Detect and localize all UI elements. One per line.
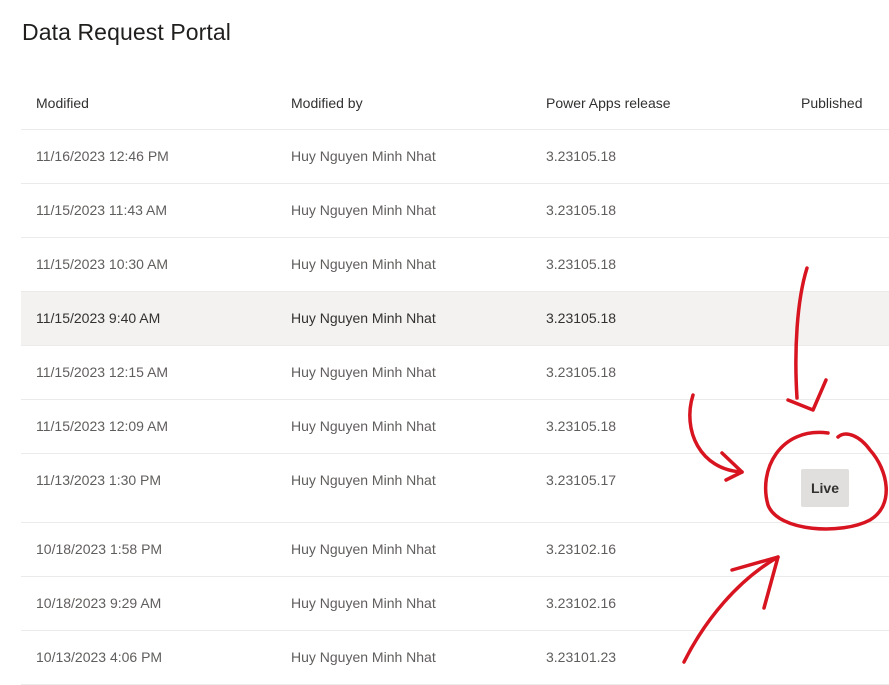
live-badge: Live	[801, 469, 849, 507]
table-header: Modified Modified by Power Apps release …	[21, 76, 889, 130]
cell-release: 3.23105.18	[546, 148, 617, 164]
cell-release: 3.23101.23	[546, 649, 617, 665]
table-row[interactable]: 10/18/2023 1:58 PM Huy Nguyen Minh Nhat …	[21, 523, 889, 577]
table-row[interactable]: 10/13/2023 4:06 PM Huy Nguyen Minh Nhat …	[21, 631, 889, 685]
cell-modified-by: Huy Nguyen Minh Nhat	[291, 256, 436, 272]
cell-modified-by: Huy Nguyen Minh Nhat	[291, 364, 436, 380]
cell-modified: 11/16/2023 12:46 PM	[36, 148, 169, 164]
cell-modified: 11/13/2023 1:30 PM	[36, 472, 162, 488]
cell-release: 3.23105.18	[546, 256, 617, 272]
cell-modified: 11/15/2023 10:30 AM	[36, 256, 169, 272]
column-header-modified-by[interactable]: Modified by	[291, 95, 363, 111]
cell-modified: 10/13/2023 4:06 PM	[36, 649, 163, 665]
cell-modified-by: Huy Nguyen Minh Nhat	[291, 202, 436, 218]
cell-modified-by: Huy Nguyen Minh Nhat	[291, 418, 436, 434]
cell-modified-by: Huy Nguyen Minh Nhat	[291, 148, 436, 164]
table-row[interactable]: 10/18/2023 9:29 AM Huy Nguyen Minh Nhat …	[21, 577, 889, 631]
cell-modified-by: Huy Nguyen Minh Nhat	[291, 595, 436, 611]
cell-release: 3.23105.18	[546, 418, 617, 434]
cell-release: 3.23105.18	[546, 202, 617, 218]
cell-modified: 11/15/2023 11:43 AM	[36, 202, 168, 218]
cell-modified: 11/15/2023 9:40 AM	[36, 310, 161, 326]
cell-modified: 11/15/2023 12:09 AM	[36, 418, 169, 434]
column-header-published[interactable]: Published	[801, 95, 863, 111]
table-row-selected[interactable]: 11/15/2023 9:40 AM Huy Nguyen Minh Nhat …	[21, 292, 889, 346]
table-row[interactable]: 11/15/2023 12:15 AM Huy Nguyen Minh Nhat…	[21, 346, 889, 400]
cell-modified-by: Huy Nguyen Minh Nhat	[291, 310, 436, 326]
cell-modified-by: Huy Nguyen Minh Nhat	[291, 472, 436, 488]
version-history-table: Modified Modified by Power Apps release …	[21, 76, 889, 685]
cell-release: 3.23105.18	[546, 310, 617, 326]
table-row[interactable]: 11/15/2023 11:43 AM Huy Nguyen Minh Nhat…	[21, 184, 889, 238]
cell-modified: 11/15/2023 12:15 AM	[36, 364, 169, 380]
table-row[interactable]: 11/15/2023 12:09 AM Huy Nguyen Minh Nhat…	[21, 400, 889, 454]
cell-release: 3.23102.16	[546, 595, 617, 611]
table-row[interactable]: 11/15/2023 10:30 AM Huy Nguyen Minh Nhat…	[21, 238, 889, 292]
cell-modified-by: Huy Nguyen Minh Nhat	[291, 649, 436, 665]
table-row[interactable]: 11/16/2023 12:46 PM Huy Nguyen Minh Nhat…	[21, 130, 889, 184]
column-header-release[interactable]: Power Apps release	[546, 95, 671, 111]
column-header-modified[interactable]: Modified	[36, 95, 89, 111]
table-row[interactable]: 11/13/2023 1:30 PM Huy Nguyen Minh Nhat …	[21, 454, 889, 523]
cell-release: 3.23105.18	[546, 364, 617, 380]
cell-release: 3.23105.17	[546, 472, 617, 488]
cell-modified: 10/18/2023 1:58 PM	[36, 541, 163, 557]
page-title: Data Request Portal	[22, 19, 232, 45]
cell-release: 3.23102.16	[546, 541, 617, 557]
cell-modified-by: Huy Nguyen Minh Nhat	[291, 541, 436, 557]
cell-modified: 10/18/2023 9:29 AM	[36, 595, 162, 611]
